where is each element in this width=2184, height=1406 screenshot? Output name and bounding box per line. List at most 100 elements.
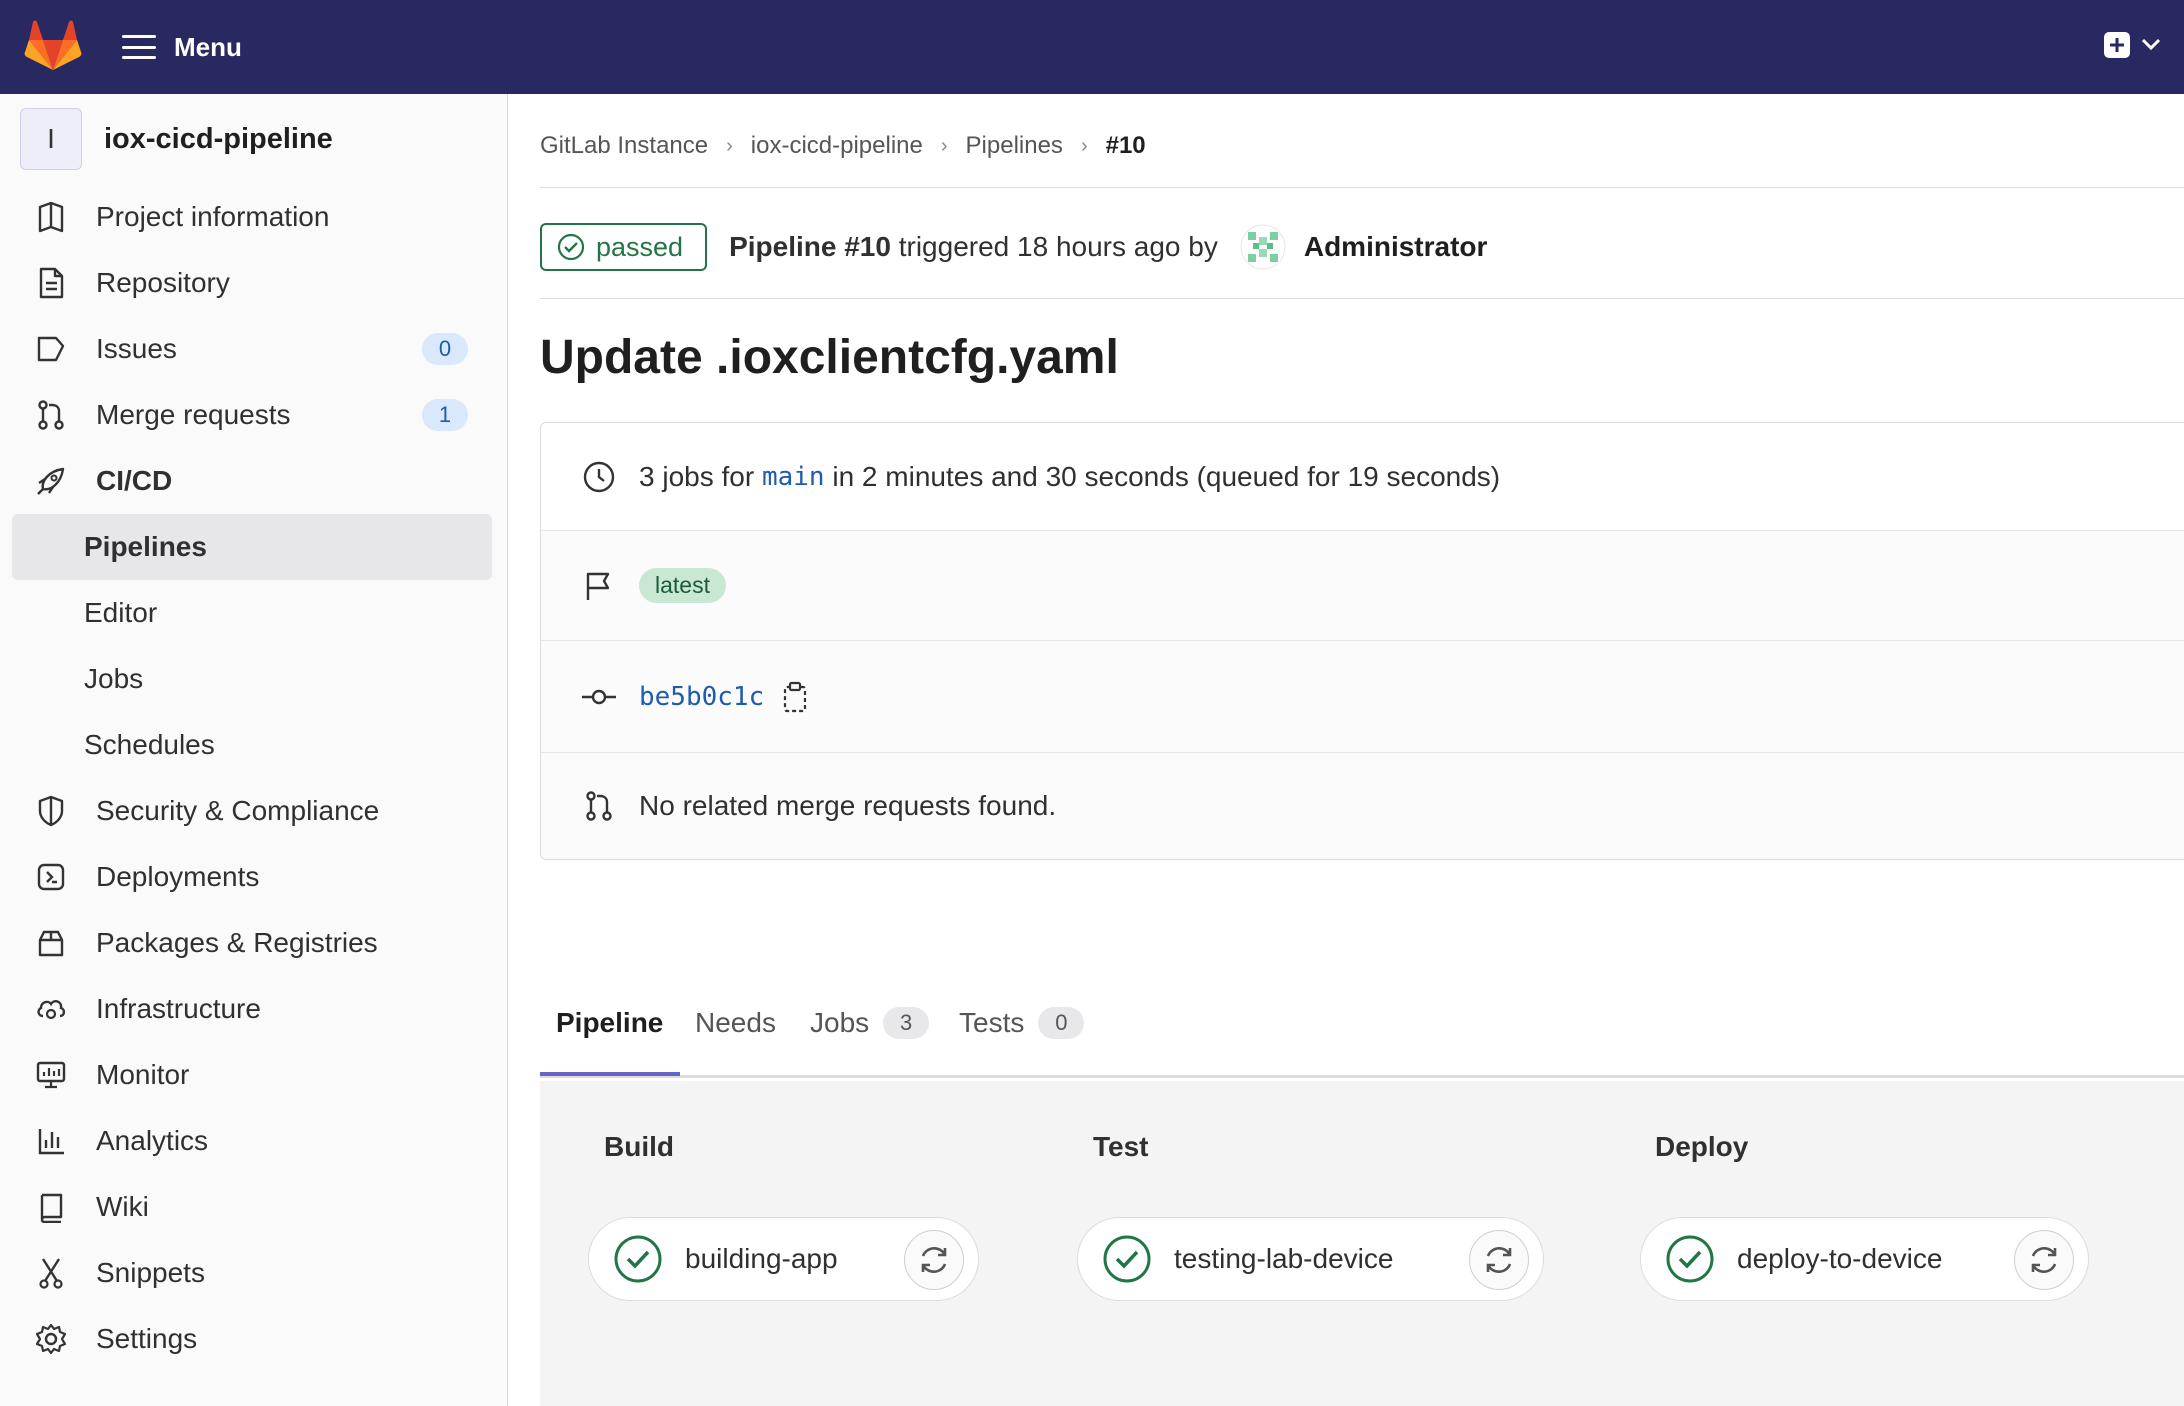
sidebar-item-repository[interactable]: Repository — [12, 250, 492, 316]
breadcrumb-link[interactable]: iox-cicd-pipeline — [751, 132, 923, 160]
sidebar-item-label: Project information — [96, 201, 330, 232]
sidebar-item-project-information[interactable]: Project information — [12, 184, 492, 250]
tab-pipeline[interactable]: Pipeline — [556, 998, 663, 1048]
tab-tests[interactable]: Tests 0 — [959, 998, 1085, 1048]
chevron-right-icon: › — [1080, 134, 1088, 157]
cloud-gear-icon — [34, 992, 68, 1026]
document-icon — [34, 266, 68, 300]
job-testing-lab-device[interactable]: testing-lab-device — [1077, 1217, 1544, 1301]
menu-label: Menu — [174, 31, 242, 62]
tags-row: latest — [541, 531, 2184, 641]
tab-jobs[interactable]: Jobs 3 — [810, 998, 930, 1048]
issues-count-badge: 0 — [422, 333, 468, 365]
sidebar-item-label: Deployments — [96, 861, 260, 892]
check-circle-icon — [1103, 1235, 1151, 1283]
sidebar-item-wiki[interactable]: Wiki — [12, 1174, 492, 1240]
latest-badge: latest — [639, 568, 726, 603]
project-avatar: I — [20, 108, 82, 170]
retry-button[interactable] — [904, 1230, 964, 1290]
monitor-icon — [34, 1058, 68, 1092]
retry-button[interactable] — [1469, 1230, 1529, 1290]
sidebar-item-deployments[interactable]: Deployments — [12, 844, 492, 910]
no-merge-requests-text: No related merge requests found. — [639, 790, 1057, 821]
check-circle-icon — [1666, 1235, 1714, 1283]
retry-icon — [2031, 1246, 2057, 1274]
sidebar-item-snippets[interactable]: Snippets — [12, 1240, 492, 1306]
trigger-text: triggered 18 hours ago by — [898, 231, 1218, 262]
chevron-right-icon: › — [726, 134, 733, 157]
retry-icon — [921, 1246, 947, 1274]
job-name: testing-lab-device — [1174, 1243, 1394, 1274]
breadcrumb-link[interactable]: GitLab Instance — [540, 132, 708, 160]
user-link[interactable]: Administrator — [1304, 231, 1488, 263]
plus-square-icon[interactable] — [2102, 30, 2132, 60]
commit-sha-link[interactable]: be5b0c1c — [639, 682, 764, 712]
branch-link[interactable]: main — [762, 462, 825, 492]
tab-label: Needs — [695, 1007, 776, 1038]
sidebar-item-label: Jobs — [84, 663, 144, 694]
tab-needs[interactable]: Needs — [695, 998, 776, 1048]
breadcrumb-link[interactable]: Pipelines — [966, 132, 1063, 160]
stage-title: Test — [1093, 1131, 1149, 1162]
sidebar-item-label: Repository — [96, 267, 230, 298]
sidebar-item-monitor[interactable]: Monitor — [12, 1042, 492, 1108]
sidebar-item-pipelines[interactable]: Pipelines — [12, 514, 492, 580]
sidebar-item-label: Settings — [96, 1323, 198, 1354]
sidebar-item-label: Schedules — [84, 729, 215, 760]
sidebar-item-label: Infrastructure — [96, 993, 261, 1024]
sidebar-item-settings[interactable]: Settings — [12, 1306, 492, 1372]
sidebar-item-merge-requests[interactable]: Merge requests 1 — [12, 382, 492, 448]
issues-icon — [34, 332, 68, 366]
commit-icon — [581, 679, 617, 715]
check-circle-icon — [557, 233, 585, 261]
merge-requests-count-badge: 1 — [422, 399, 468, 431]
menu-button[interactable]: Menu — [122, 22, 242, 72]
job-building-app[interactable]: building-app — [588, 1217, 979, 1301]
sidebar-item-infrastructure[interactable]: Infrastructure — [12, 976, 492, 1042]
sidebar-item-label: Issues — [96, 333, 177, 364]
page-title: Update .ioxclientcfg.yaml — [540, 331, 1119, 384]
tab-label: Tests — [959, 1007, 1025, 1038]
chevron-down-icon[interactable] — [2140, 36, 2162, 52]
check-circle-icon — [614, 1235, 662, 1283]
avatar[interactable] — [1240, 224, 1286, 270]
stage-title: Deploy — [1655, 1131, 1749, 1162]
divider — [540, 298, 2184, 299]
sidebar-item-issues[interactable]: Issues 0 — [12, 316, 492, 382]
sidebar-item-analytics[interactable]: Analytics — [12, 1108, 492, 1174]
tab-label: Jobs — [810, 1007, 870, 1038]
top-navbar: Menu — [0, 0, 2184, 94]
status-label: passed — [596, 231, 684, 262]
sidebar-item-label: Analytics — [96, 1125, 209, 1156]
sidebar-item-cicd[interactable]: CI/CD — [12, 448, 492, 514]
status-badge[interactable]: passed — [540, 223, 708, 271]
gitlab-logo-icon[interactable] — [24, 18, 82, 72]
hamburger-icon — [122, 35, 156, 59]
copy-clipboard-icon[interactable] — [782, 681, 808, 713]
job-deploy-to-device[interactable]: deploy-to-device — [1640, 1217, 2089, 1301]
sidebar-item-editor[interactable]: Editor — [12, 580, 492, 646]
sidebar-item-packages-registries[interactable]: Packages & Registries — [12, 910, 492, 976]
sidebar-nav: Project information Repository Issues 0 … — [12, 184, 492, 1372]
sidebar-item-label: Security & Compliance — [96, 795, 380, 826]
retry-icon — [1486, 1246, 1512, 1274]
sidebar: I iox-cicd-pipeline Project information … — [0, 94, 508, 1406]
jobs-summary-prefix: 3 jobs for — [639, 460, 755, 492]
rocket-icon — [34, 464, 68, 498]
chevron-right-icon: › — [940, 134, 948, 157]
breadcrumb-current[interactable]: #10 — [1106, 132, 1146, 160]
tab-count-badge: 3 — [883, 1007, 930, 1039]
retry-button[interactable] — [2014, 1230, 2074, 1290]
package-icon — [34, 926, 68, 960]
job-name: building-app — [685, 1243, 838, 1274]
sidebar-item-label: Snippets — [96, 1257, 205, 1288]
sidebar-item-label: CI/CD — [96, 465, 173, 496]
merge-request-icon — [34, 398, 68, 432]
flag-icon — [581, 568, 617, 604]
sidebar-item-schedules[interactable]: Schedules — [12, 712, 492, 778]
project-header[interactable]: I iox-cicd-pipeline — [20, 108, 333, 170]
project-icon — [34, 200, 68, 234]
sidebar-item-jobs[interactable]: Jobs — [12, 646, 492, 712]
sidebar-item-security-compliance[interactable]: Security & Compliance — [12, 778, 492, 844]
book-icon — [34, 1190, 68, 1224]
